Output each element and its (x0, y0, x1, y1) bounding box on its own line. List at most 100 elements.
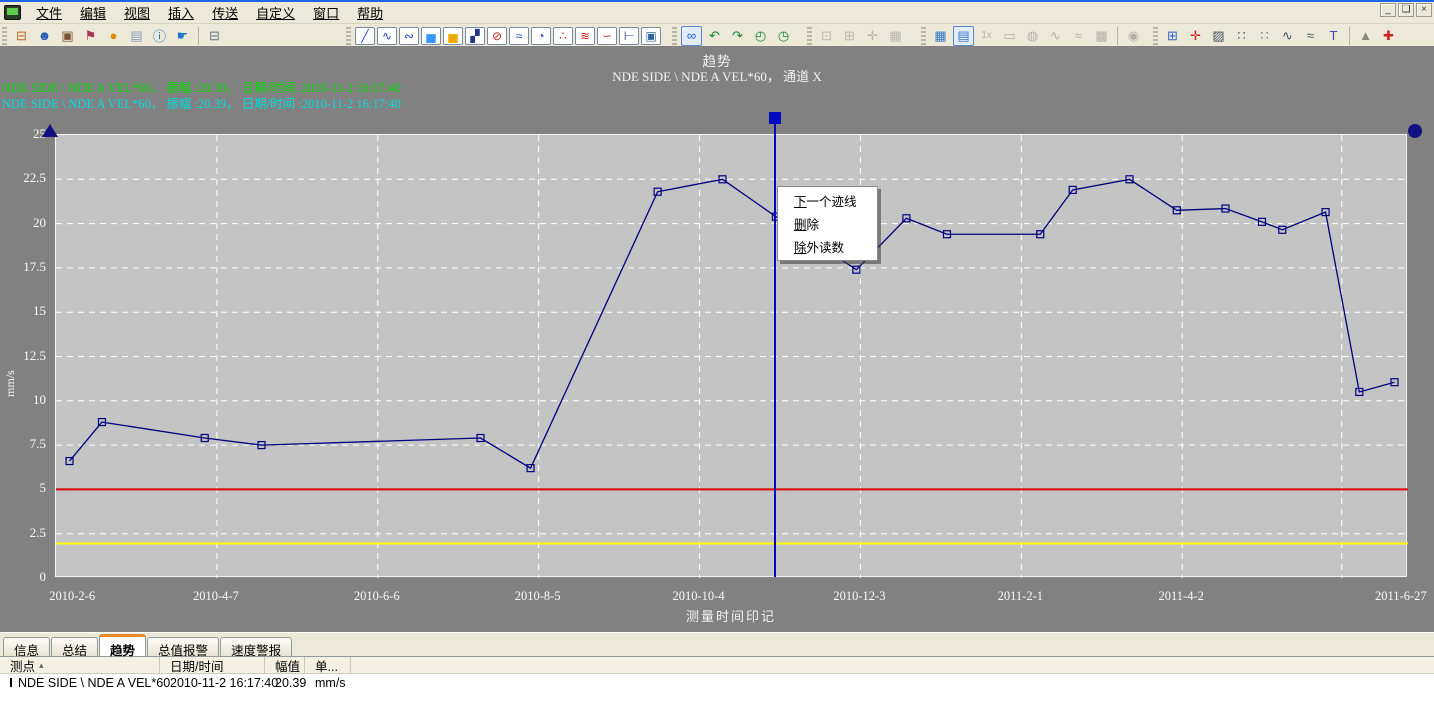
tile-window-icon[interactable]: ▤ (953, 26, 974, 46)
menu-item-2[interactable]: 编辑 (71, 1, 115, 24)
toolbar-grip[interactable] (807, 27, 812, 45)
y-tick-label: 2.5 (0, 525, 46, 541)
context-menu-item-2[interactable]: 删除 (778, 212, 877, 235)
chart-export-icon: ▩ (1091, 26, 1112, 46)
cell-2: 2010-11-2 16:17:40 (160, 676, 265, 690)
polar-plot-icon[interactable]: ⊘ (487, 27, 507, 45)
x-tick-label: 2011-4-2 (1159, 589, 1204, 604)
chart-pin-icon[interactable]: ▲ (1355, 26, 1376, 46)
context-menu: 下一个迹线删除除外读数 (777, 186, 878, 261)
info-icon[interactable]: ⓘ (149, 26, 170, 46)
menu-item-6[interactable]: 自定义 (247, 1, 304, 24)
hatch-pattern-icon[interactable]: ▨ (1208, 26, 1229, 46)
context-menu-item-3[interactable]: 除外读数 (778, 235, 877, 258)
column-header-2[interactable]: 日期/时间 (160, 657, 265, 673)
menu-item-4[interactable]: 插入 (159, 1, 203, 24)
app-icon[interactable] (4, 5, 21, 20)
sort-asc-icon: ▴ (39, 660, 44, 671)
menu-item-8[interactable]: 帮助 (348, 1, 392, 24)
y-tick-label: 25 (0, 126, 46, 142)
column-header-3[interactable]: 幅值 (265, 657, 305, 673)
wave-panel2-icon[interactable]: ≈ (1300, 26, 1321, 46)
multi-trend-plot-icon[interactable]: ∽ (597, 27, 617, 45)
waveform-small-icon: ∿ (1045, 26, 1066, 46)
column-header-1[interactable]: 测点▴ (0, 657, 160, 673)
close-button[interactable]: × (1416, 3, 1432, 17)
minimize-button[interactable]: _ (1380, 3, 1396, 17)
prev-measurement-icon[interactable]: ↶ (704, 26, 725, 46)
dual-waveform-plot-icon[interactable]: ≋ (575, 27, 595, 45)
flag-settings-icon[interactable]: ⚑ (80, 26, 101, 46)
toolbar-group-1: ⊟☻▣⚑●▤ⓘ☛⊟ (10, 26, 226, 46)
centerline-plot-icon[interactable]: ⊢ (619, 27, 639, 45)
y-tick-label: 17.5 (0, 259, 46, 275)
cursor-line[interactable] (774, 124, 776, 577)
waveform-small2-icon: ≈ (1068, 26, 1089, 46)
image-settings-icon[interactable]: ▣ (57, 26, 78, 46)
tab-总值报警[interactable]: 总值报警 (147, 637, 219, 656)
x-tick-label: 2011-2-1 (998, 589, 1043, 604)
points-panel2-icon[interactable]: ∷ (1254, 26, 1275, 46)
bode-plot-icon[interactable]: ≈ (509, 27, 529, 45)
wave-panel-icon[interactable]: ∿ (1277, 26, 1298, 46)
x-tick-label: 2010-4-7 (193, 589, 239, 604)
points-panel-icon[interactable]: ∷ (1231, 26, 1252, 46)
route-icon[interactable]: ∞ (681, 26, 702, 46)
marker-insert-icon[interactable]: ✛ (1185, 26, 1206, 46)
x-tick-label: 2010-12-3 (833, 589, 885, 604)
menu-item-3[interactable]: 视图 (115, 1, 159, 24)
time-back-icon[interactable]: ◴ (750, 26, 771, 46)
folder-settings-icon[interactable]: ▤ (126, 26, 147, 46)
plot-area[interactable] (55, 134, 1407, 577)
orbit-plot-icon[interactable]: ∾ (399, 27, 419, 45)
time-forward-icon[interactable]: ◷ (773, 26, 794, 46)
spectrum-plot-icon[interactable]: ▅ (421, 27, 441, 45)
waterfall-plot-icon[interactable]: ▞ (465, 27, 485, 45)
zoom-extents-icon: ⊡ (816, 26, 837, 46)
calendar-refresh-icon[interactable]: ⊞ (1162, 26, 1183, 46)
y-tick-label: 22.5 (0, 170, 46, 186)
machine-monitor-icon[interactable]: ▣ (641, 27, 661, 45)
menu-item-7[interactable]: 窗口 (304, 1, 348, 24)
add-marker-icon[interactable]: ✚ (1378, 26, 1399, 46)
tab-趋势[interactable]: 趋势 (99, 634, 146, 656)
alarm-settings-icon[interactable]: ● (103, 26, 124, 46)
spectrum-alt-plot-icon[interactable]: ▅ (443, 27, 463, 45)
toolbar-grip[interactable] (1153, 27, 1158, 45)
context-menu-item-1[interactable]: 下一个迹线 (778, 189, 877, 212)
trend-line[interactable] (70, 179, 1395, 468)
toolbar-grip[interactable] (2, 27, 7, 45)
trace-end-marker-icon[interactable] (1408, 124, 1422, 138)
toolbar-grip[interactable] (346, 27, 351, 45)
waveform-plot-icon[interactable]: ∿ (377, 27, 397, 45)
nyquist-plot-icon[interactable]: ◔ (531, 27, 551, 45)
grid-icon: ▦ (885, 26, 906, 46)
menu-item-1[interactable]: 文件 (27, 1, 71, 24)
y-tick-label: 7.5 (0, 436, 46, 452)
map-icon[interactable]: ▦ (930, 26, 951, 46)
toolbar-grip[interactable] (921, 27, 926, 45)
table-row[interactable]: NDE SIDE \ NDE A VEL*602010-11-2 16:17:4… (0, 674, 1434, 691)
user-settings-icon[interactable]: ☻ (34, 26, 55, 46)
cell-3: 20.39 (265, 676, 305, 690)
trace-start-marker-icon[interactable] (42, 124, 58, 137)
toolbar-separator (1349, 27, 1350, 45)
tab-速度警报[interactable]: 速度警报 (220, 637, 292, 656)
x-tick-label: 2010-10-4 (673, 589, 725, 604)
trend-plot-icon[interactable]: ╱ (355, 27, 375, 45)
menu-item-5[interactable]: 传送 (203, 1, 247, 24)
print-icon[interactable]: ⊟ (204, 26, 225, 46)
cursor-handle[interactable] (769, 112, 781, 124)
text-label-icon[interactable]: T (1323, 26, 1344, 46)
next-measurement-icon[interactable]: ↷ (727, 26, 748, 46)
hierarchy-icon[interactable]: ⊟ (11, 26, 32, 46)
trend-plot-canvas[interactable] (56, 135, 1408, 578)
shaft-plot-icon[interactable]: ∴ (553, 27, 573, 45)
toolbar-group-6: ⊞✛▨∷∷∿≈T▲✚ (1161, 26, 1400, 46)
restore-button[interactable]: ❑ (1398, 3, 1414, 17)
tab-总结[interactable]: 总结 (51, 637, 98, 656)
hand-pointer-icon[interactable]: ☛ (172, 26, 193, 46)
toolbar-grip[interactable] (672, 27, 677, 45)
tab-信息[interactable]: 信息 (3, 637, 50, 656)
column-header-4[interactable]: 单... (305, 657, 351, 673)
